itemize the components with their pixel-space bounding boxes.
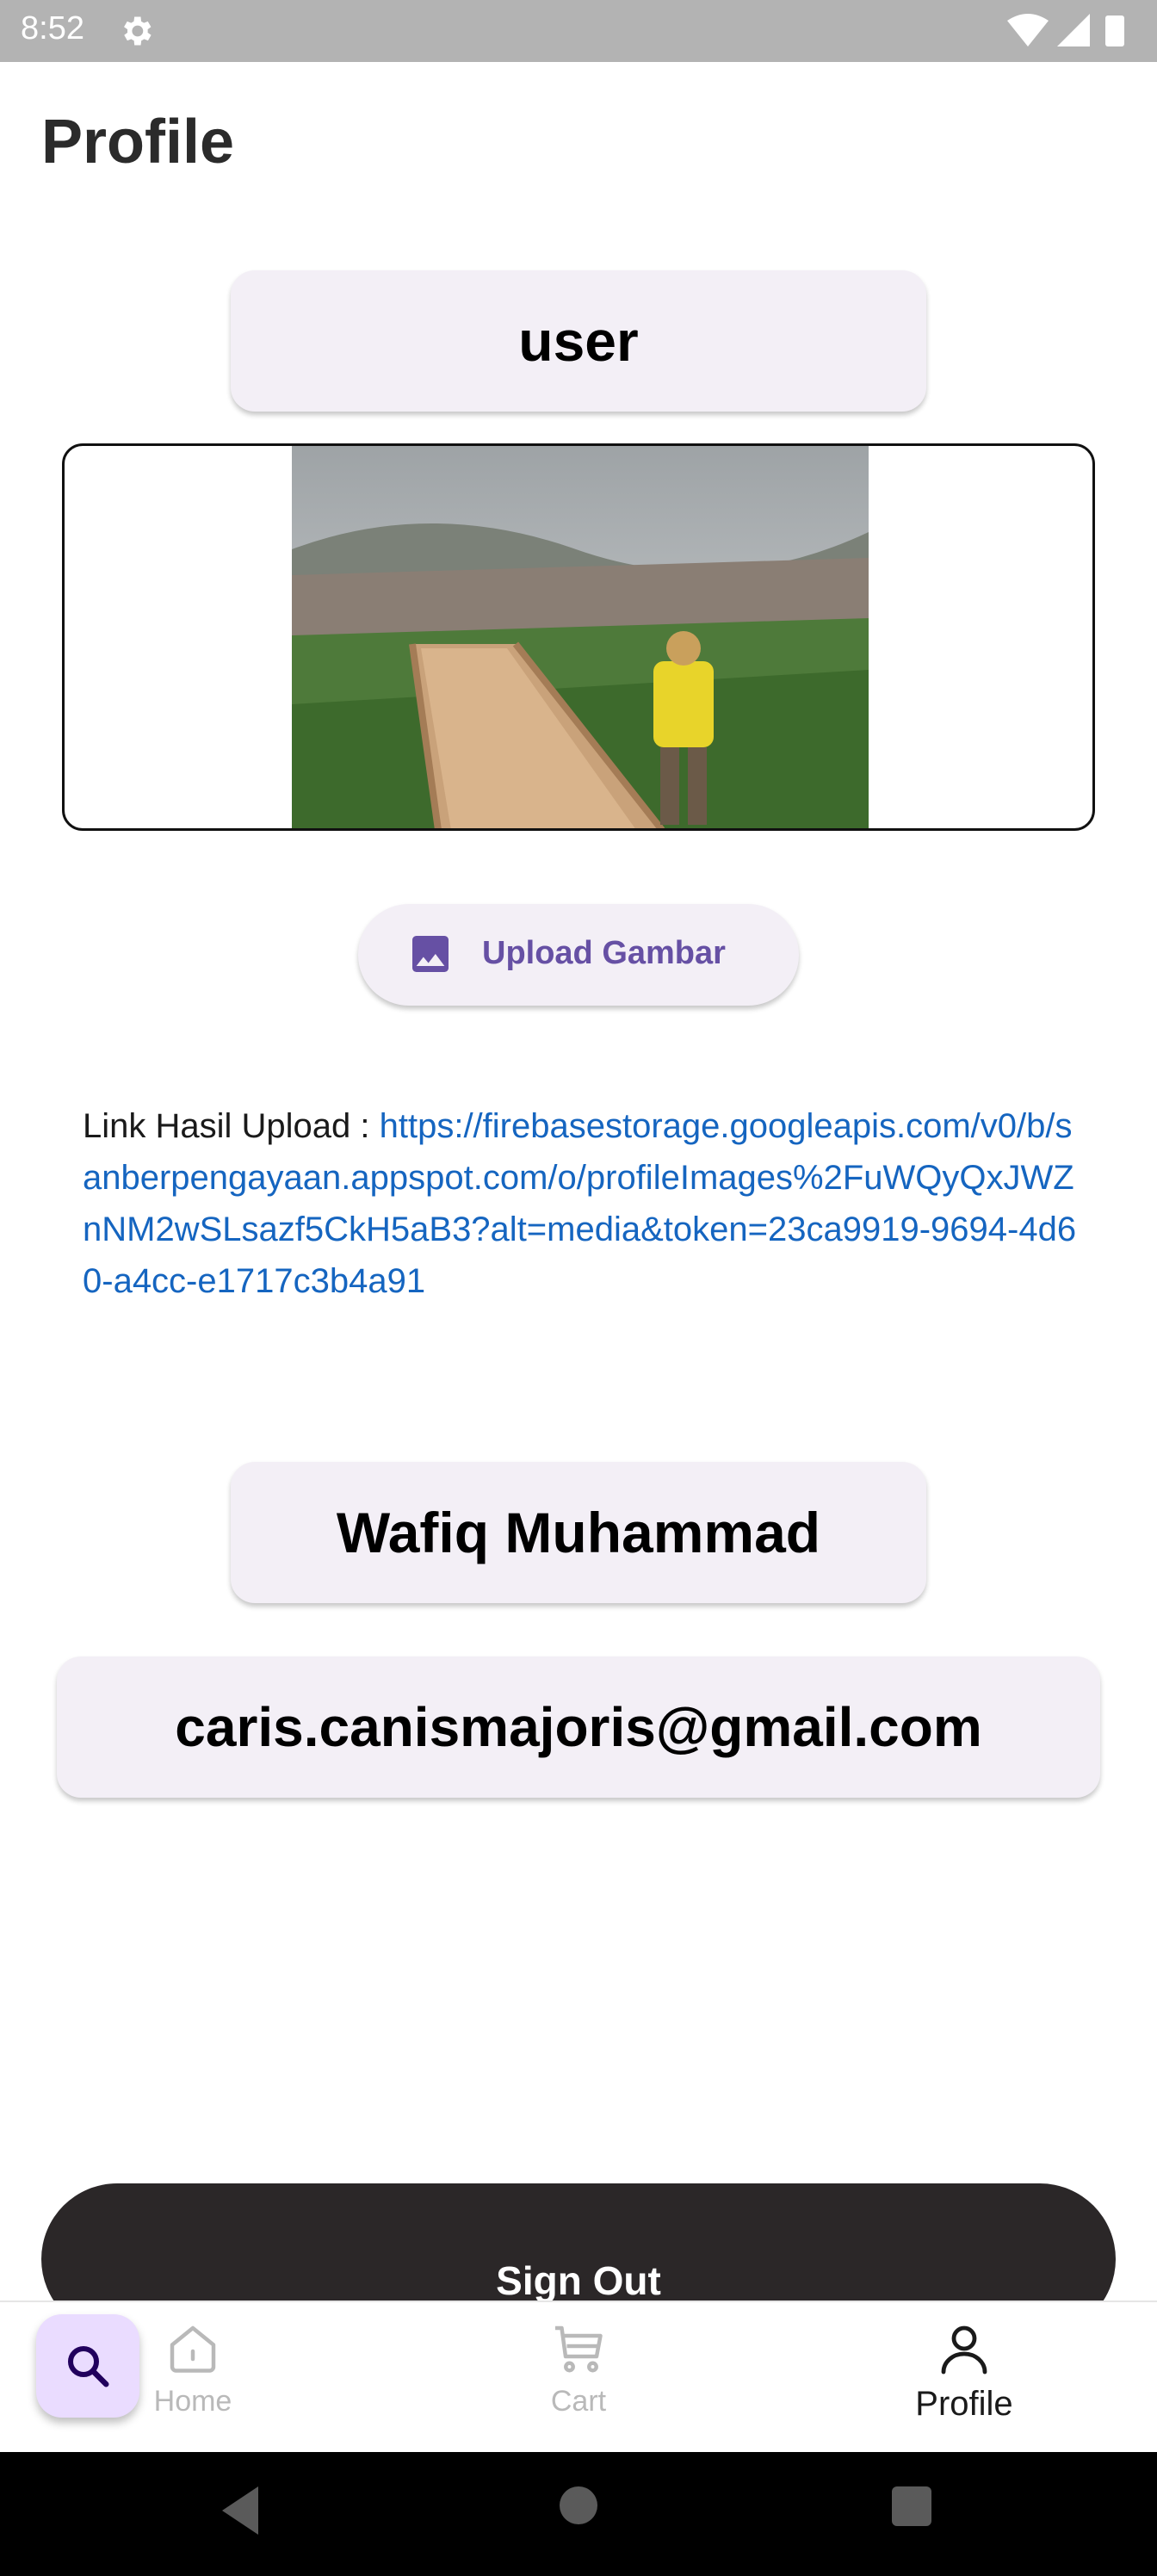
upload-image-label: Upload Gambar: [482, 935, 726, 971]
back-icon[interactable]: [217, 2483, 265, 2538]
upload-image-button[interactable]: Upload Gambar: [358, 904, 799, 1006]
profile-screen: 8:52 Profile user Upload Gambar Link Has…: [0, 0, 1157, 2576]
person-icon: [941, 2325, 987, 2375]
nav-label-profile: Profile: [915, 2385, 1013, 2423]
home-circle-icon[interactable]: [560, 2486, 597, 2524]
recent-apps-icon[interactable]: [892, 2486, 931, 2526]
page-title: Profile: [41, 108, 235, 176]
nav-item-cart[interactable]: Cart: [484, 2318, 673, 2438]
status-time: 8:52: [21, 10, 84, 46]
image-icon: [412, 936, 449, 972]
cart-icon: [555, 2325, 603, 2373]
search-fab[interactable]: [36, 2314, 139, 2418]
full-name-field: Wafiq Muhammad: [231, 1462, 926, 1603]
profile-image-frame: [62, 443, 1095, 831]
search-icon: [68, 2346, 109, 2387]
system-navigation-bar: [0, 2452, 1157, 2576]
nav-label-cart: Cart: [550, 2385, 607, 2418]
profile-photo: [292, 446, 869, 828]
upload-result-label: Link Hasil Upload :: [83, 1107, 380, 1145]
username-field: user: [231, 270, 926, 412]
wifi-icon: [1007, 14, 1049, 46]
battery-icon: [1105, 15, 1124, 46]
settings-gear-icon: [124, 16, 152, 46]
email-field: caris.canismajoris@gmail.com: [57, 1656, 1100, 1798]
status-bar: 8:52: [0, 0, 1157, 62]
home-icon: [170, 2325, 216, 2373]
signal-icon: [1057, 14, 1090, 46]
nav-item-profile[interactable]: Profile: [869, 2318, 1059, 2438]
status-icons: [1007, 14, 1124, 46]
upload-result-text: Link Hasil Upload : https://firebasestor…: [83, 1100, 1081, 1307]
